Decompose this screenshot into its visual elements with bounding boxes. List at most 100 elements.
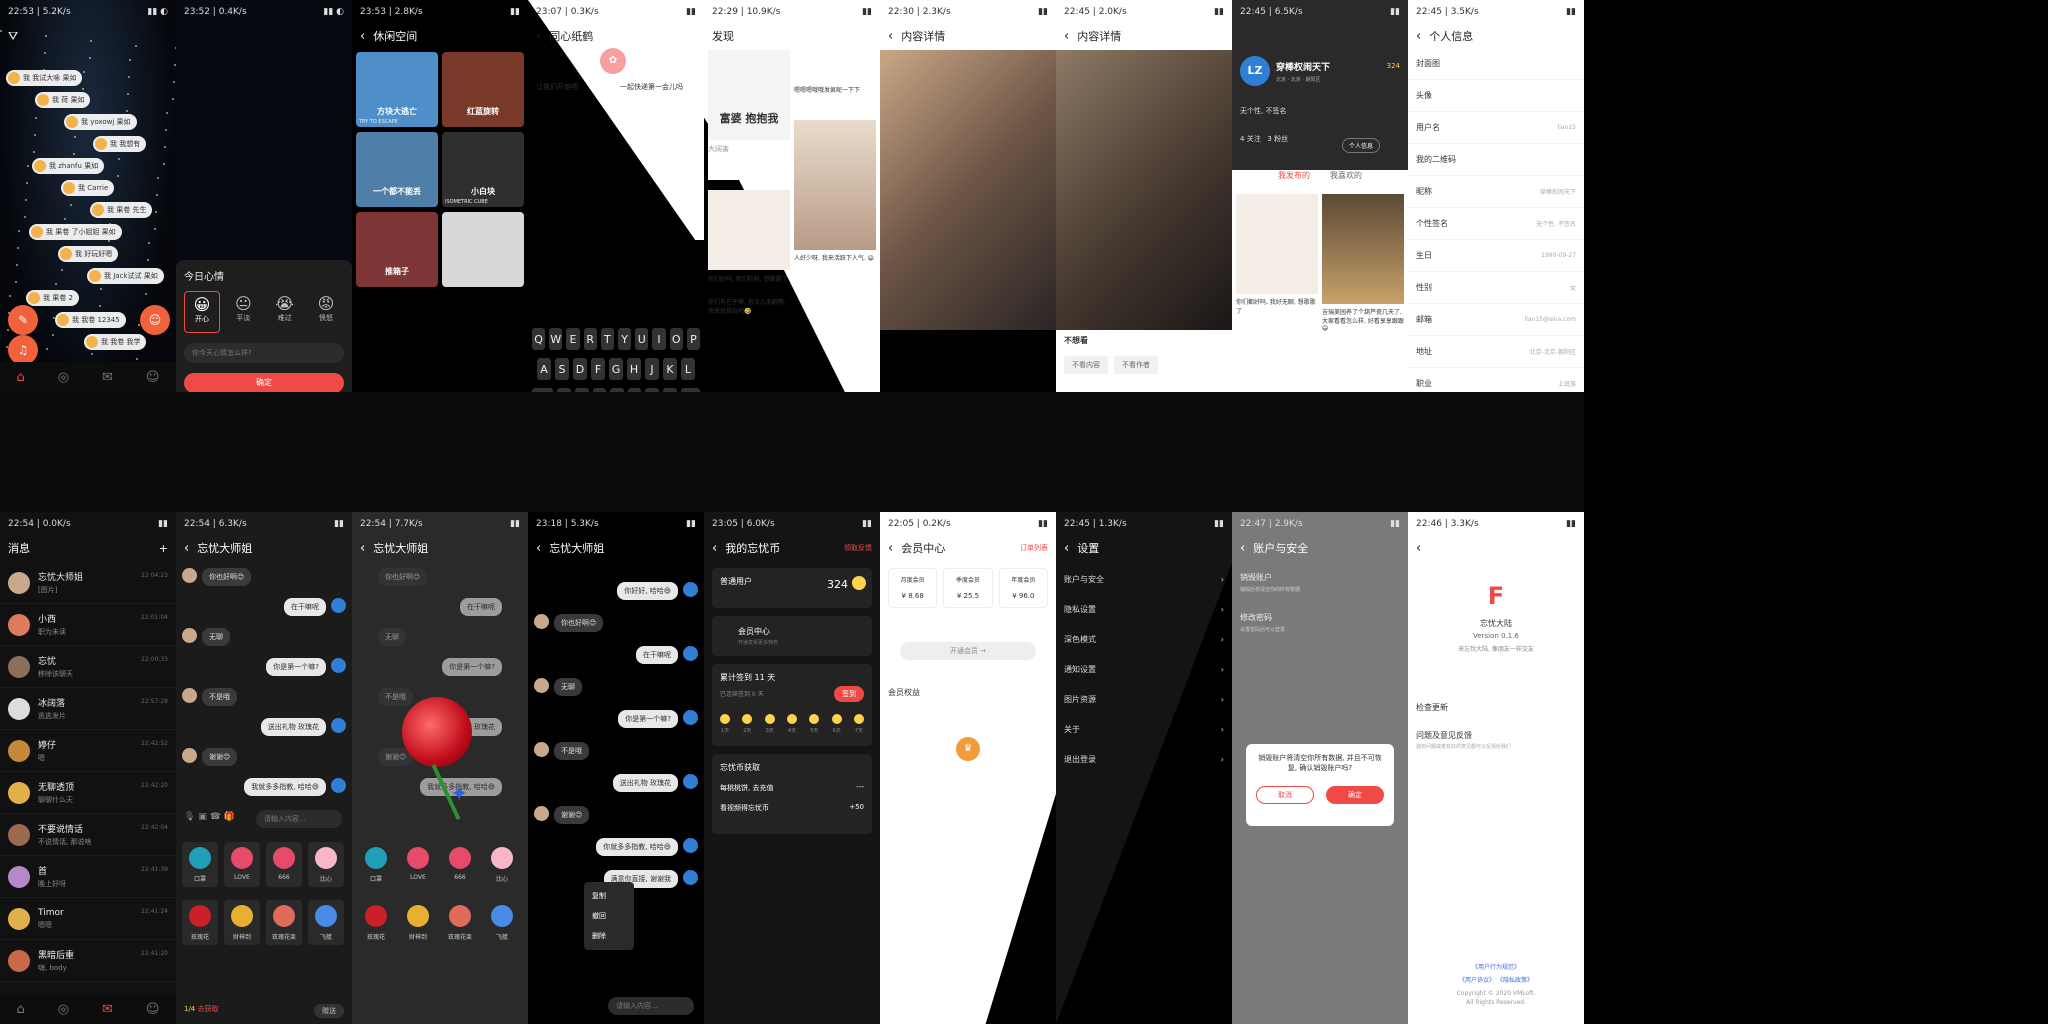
left-action-button-2[interactable]: ♫: [8, 335, 38, 365]
barrage-bubble[interactable]: 我 我试大咏 果如: [6, 70, 83, 86]
menu-delete[interactable]: 删除: [584, 926, 634, 946]
post-card[interactable]: 你们都好吗, 我好无聊, 想歌歌了: [1236, 194, 1318, 344]
their-message[interactable]: 无聊: [554, 678, 582, 696]
their-message[interactable]: 你也好啊😊: [378, 568, 428, 586]
back-icon[interactable]: ‹: [1416, 541, 1421, 556]
mood-calm[interactable]: 😐 平淡: [225, 291, 261, 333]
barrage-bubble[interactable]: 我 果卷 了小姐姐 果如: [29, 224, 122, 240]
their-message[interactable]: 谢谢😊: [554, 806, 590, 824]
their-message[interactable]: 你也好啊😊: [554, 614, 604, 632]
my-message[interactable]: 送出礼物 玫瑰花: [612, 774, 678, 792]
chat-row[interactable]: 冰阔落 逃逃发片 22:57:28: [0, 688, 176, 730]
post-card[interactable]: 人好少呀, 我来活跃下人气. 😄: [794, 120, 876, 290]
my-message[interactable]: 你好好, 哈哈😄: [617, 582, 678, 600]
back-icon[interactable]: ‹: [1240, 541, 1245, 556]
barrage-bubble[interactable]: 我 zhanfu 果如: [32, 158, 105, 174]
profile-icon[interactable]: ☺: [146, 1002, 160, 1017]
key[interactable]: V: [610, 388, 624, 392]
settings-row[interactable]: 销毁账户 销毁后将清空你的所有数据: [1240, 572, 1400, 593]
gift-item[interactable]: 玫瑰花束: [442, 900, 478, 945]
menu-recall[interactable]: 撤回: [584, 906, 634, 926]
chat-row[interactable]: 忘忧 移除该聊天 22:00:33: [0, 646, 176, 688]
info-row[interactable]: 地址 北京-北京-朝阳区: [1408, 336, 1584, 368]
gift-item[interactable]: LOVE: [400, 842, 436, 887]
game-card[interactable]: 小白块 ISOMETRIC CUBE: [442, 132, 524, 207]
key[interactable]: H: [627, 358, 641, 380]
gift-item[interactable]: 财神到: [224, 900, 260, 945]
barrage-bubble[interactable]: 我 我卷 我学: [84, 334, 147, 350]
tab-posts[interactable]: 我发布的: [1278, 170, 1310, 192]
key[interactable]: C: [592, 388, 607, 392]
barrage-bubble[interactable]: 我 Carrie: [61, 180, 115, 196]
barrage-bubble[interactable]: 我 Jack试试 果如: [87, 268, 164, 284]
key[interactable]: O: [669, 328, 683, 350]
key[interactable]: P: [686, 328, 701, 350]
back-icon[interactable]: ‹: [888, 541, 893, 556]
my-message[interactable]: 你是第一个嘛?: [618, 710, 678, 728]
key[interactable]: K: [663, 358, 677, 380]
my-message[interactable]: 在干嘛呢: [284, 598, 326, 616]
menu-copy[interactable]: 复制: [584, 886, 634, 906]
key[interactable]: A: [537, 358, 551, 380]
their-message[interactable]: 不是哦: [554, 742, 589, 760]
mood-angry[interactable]: 😡 愤怒: [308, 291, 344, 333]
sign-button[interactable]: 签到: [834, 686, 864, 702]
call-icon[interactable]: ☎: [210, 812, 221, 822]
settings-row[interactable]: 隐私设置 ›: [1056, 594, 1232, 624]
info-row[interactable]: 昵称 穿棒权闹天下: [1408, 176, 1584, 208]
gift-item[interactable]: LOVE: [224, 842, 260, 887]
dislike-option[interactable]: 不看内容: [1064, 356, 1108, 374]
key[interactable]: G: [609, 358, 623, 380]
key[interactable]: S: [555, 358, 569, 380]
back-icon[interactable]: ‹: [712, 541, 717, 556]
key[interactable]: F: [591, 358, 605, 380]
their-message[interactable]: 无聊: [202, 628, 230, 646]
avatar[interactable]: LZ: [1240, 56, 1270, 86]
settings-row[interactable]: 深色模式 ›: [1056, 624, 1232, 654]
plan-card[interactable]: 年度会员 ¥ 96.0: [998, 568, 1048, 608]
key[interactable]: I: [652, 328, 666, 350]
gift-item[interactable]: 飞艇: [308, 900, 344, 945]
gift-item[interactable]: 玫瑰花: [358, 900, 394, 945]
gift-item[interactable]: 666: [442, 842, 478, 887]
key[interactable]: W: [549, 328, 563, 350]
home-icon[interactable]: ⌂: [16, 1002, 24, 1017]
cancel-button[interactable]: 取消: [1256, 785, 1314, 804]
barrage-bubble[interactable]: 我 好玩好嗯: [58, 246, 119, 262]
key[interactable]: E: [566, 328, 580, 350]
settings-row[interactable]: 修改密码 设置密码后可以登录: [1240, 612, 1400, 633]
confirm-button[interactable]: 确定: [184, 373, 344, 392]
backspace-key[interactable]: ⌫: [680, 388, 700, 392]
mic-icon[interactable]: 🎙: [184, 812, 195, 822]
tab-likes[interactable]: 我喜欢的: [1330, 170, 1362, 192]
fans-count[interactable]: 3: [1267, 135, 1271, 143]
personal-info-button[interactable]: 个人信息: [1342, 138, 1381, 153]
info-row[interactable]: 邮箱 lian15@sina.com: [1408, 304, 1584, 336]
their-message[interactable]: 不是哦: [378, 688, 413, 706]
gift-item[interactable]: 口罩: [358, 842, 394, 887]
chat-row[interactable]: 黑暗后重 嗨, body 22:41:20: [0, 940, 176, 982]
info-row[interactable]: 我的二维码: [1408, 144, 1584, 176]
key[interactable]: Q: [531, 328, 546, 350]
my-message[interactable]: 我就多多指教, 哈哈😄: [244, 778, 326, 796]
back-icon[interactable]: ‹: [360, 541, 365, 556]
key[interactable]: M: [662, 388, 677, 392]
post-card[interactable]: 嗯嗯嗯哦哦发疯呢一下下: [794, 50, 876, 110]
chat-row[interactable]: 婷仔嗯 22:42:52: [0, 730, 176, 772]
key[interactable]: N: [645, 388, 659, 392]
barrage-bubble[interactable]: 我 我卷 12345: [55, 312, 126, 328]
barrage-bubble[interactable]: 我 我想有: [93, 136, 147, 152]
back-icon[interactable]: ‹: [536, 541, 541, 556]
info-row[interactable]: 生日 1990-09-27: [1408, 240, 1584, 272]
right-action-button[interactable]: ☺: [140, 305, 170, 335]
settings-row[interactable]: 通知设置 ›: [1056, 654, 1232, 684]
info-row[interactable]: 用户名 lian15: [1408, 112, 1584, 144]
back-icon[interactable]: ‹: [1064, 29, 1069, 44]
back-icon[interactable]: ‹: [536, 29, 541, 44]
open-vip-button[interactable]: 开通会员 →: [900, 642, 1036, 660]
gift-item[interactable]: 玫瑰花束: [266, 900, 302, 945]
post-card[interactable]: 吉瑞美园养了个葫芦瓷几天了, 大家看看怎么样, 好看享享跟跟😄: [1322, 194, 1404, 344]
profile-icon[interactable]: ☺: [146, 370, 160, 385]
my-message[interactable]: 在干嘛呢: [636, 646, 678, 664]
key[interactable]: L: [681, 358, 695, 380]
